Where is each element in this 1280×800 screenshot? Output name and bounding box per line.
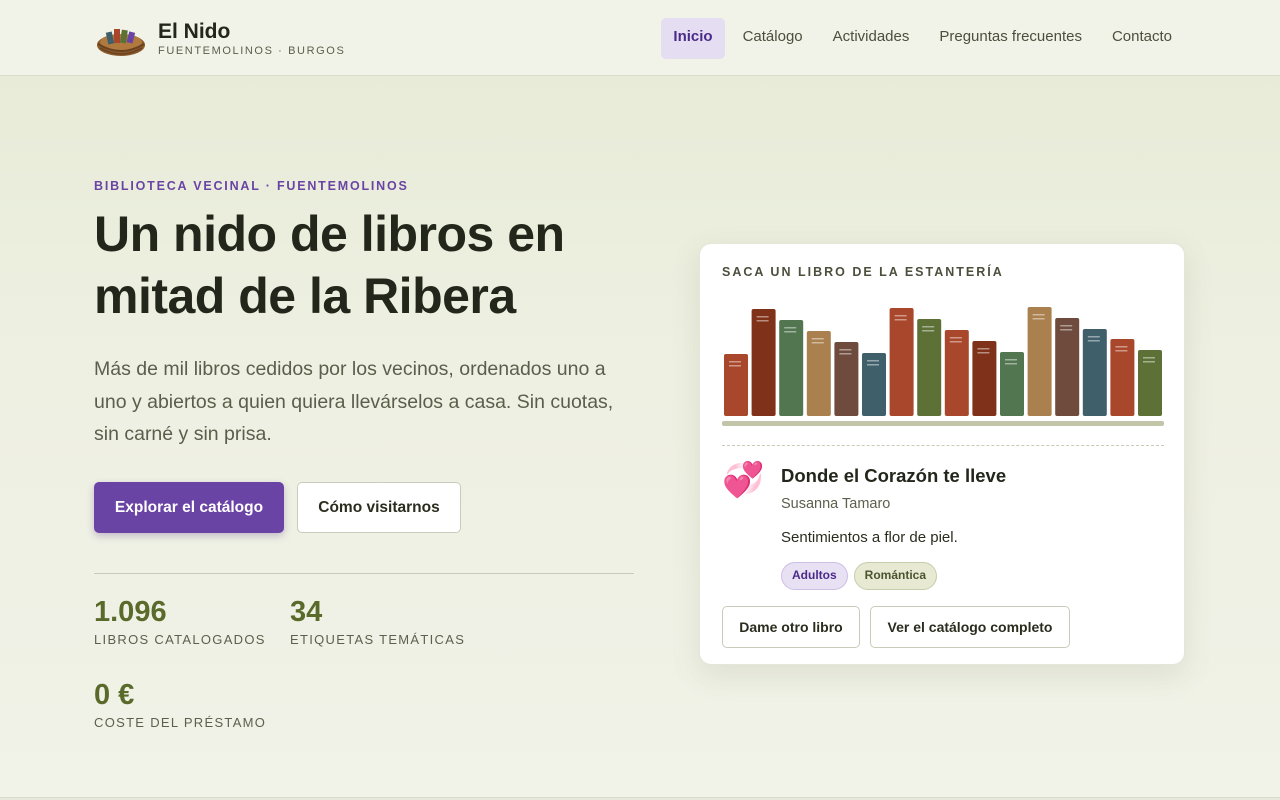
brand-name: El Nido — [158, 19, 231, 43]
brand-subtitle: FUENTEMOLINOS · BURGOS — [158, 44, 346, 57]
book-spine — [917, 319, 942, 416]
shelf-plank — [722, 421, 1164, 426]
book-spine — [834, 342, 859, 416]
nav-item-actividades[interactable]: Actividades — [821, 18, 922, 59]
stat-label: ETIQUETAS TEMÁTICAS — [290, 632, 466, 647]
nav-item-contacto[interactable]: Contacto — [1100, 18, 1184, 59]
two-hearts-icon: 💞 — [722, 461, 765, 499]
brand[interactable]: El Nido FUENTEMOLINOS · BURGOS — [96, 18, 345, 58]
book-author: Susanna Tamaro — [781, 496, 891, 512]
book-spine — [972, 341, 997, 416]
book-spine — [1082, 329, 1107, 416]
full-catalog-button[interactable]: Ver el catálogo completo — [870, 606, 1070, 648]
book-spine — [1110, 339, 1135, 416]
book-spine — [862, 353, 886, 416]
hero-title: Un nido de libros en mitad de la Ribera — [94, 206, 565, 324]
stat-value: 34 — [290, 596, 323, 628]
explore-catalog-button[interactable]: Explorar el catálogo — [94, 482, 284, 533]
book-spine — [889, 308, 914, 416]
stat-value: 1.096 — [94, 596, 167, 628]
tag-romantica[interactable]: Romántica — [853, 562, 938, 590]
book-spine — [779, 320, 804, 416]
book-spine — [1027, 307, 1052, 416]
site-header: El Nido FUENTEMOLINOS · BURGOS Inicio Ca… — [0, 0, 1280, 76]
book-spine — [1055, 318, 1080, 416]
hero-description: Más de mil libros cedidos por los vecino… — [94, 358, 614, 445]
nav-item-inicio[interactable]: Inicio — [661, 18, 725, 59]
how-to-visit-button[interactable]: Cómo visitarnos — [297, 482, 461, 533]
hero-eyebrow: BIBLIOTECA VECINAL · FUENTEMOLINOS — [94, 179, 409, 193]
book-description: Sentimientos a flor de piel. — [781, 529, 958, 546]
tag-adultos[interactable]: Adultos — [781, 562, 848, 590]
book-spine — [724, 354, 748, 416]
stat-books: 1.096 LIBROS CATALOGADOS — [94, 596, 266, 647]
book-title: Donde el Corazón te lleve — [781, 465, 1007, 486]
another-book-button[interactable]: Dame otro libro — [722, 606, 860, 648]
book-spine — [806, 331, 831, 416]
main-nav: Inicio Catálogo Actividades Preguntas fr… — [655, 18, 1184, 59]
nest-icon — [97, 29, 145, 56]
stat-value: 0 € — [94, 679, 135, 711]
book-spine — [1138, 350, 1162, 416]
book-spine — [751, 309, 776, 416]
stat-label: LIBROS CATALOGADOS — [94, 632, 266, 647]
nav-item-preguntas-frecuentes[interactable]: Preguntas frecuentes — [927, 18, 1094, 59]
stat-cost: 0 € COSTE DEL PRÉSTAMO — [94, 679, 266, 730]
book-spine — [1000, 352, 1024, 416]
book-tags: Adultos Romántica — [781, 562, 943, 590]
stats-divider — [94, 573, 634, 574]
stat-label: COSTE DEL PRÉSTAMO — [94, 715, 267, 730]
card-divider — [722, 445, 1164, 446]
stat-tags: 34 ETIQUETAS TEMÁTICAS — [290, 596, 465, 647]
card-title: SACA UN LIBRO DE LA ESTANTERÍA — [722, 265, 1004, 279]
book-spine — [944, 330, 969, 416]
nav-item-catalogo[interactable]: Catálogo — [731, 18, 815, 59]
random-book-card: SACA UN LIBRO DE LA ESTANTERÍA 💞 Donde e… — [699, 243, 1185, 665]
bookshelf-illustration[interactable] — [722, 302, 1164, 432]
